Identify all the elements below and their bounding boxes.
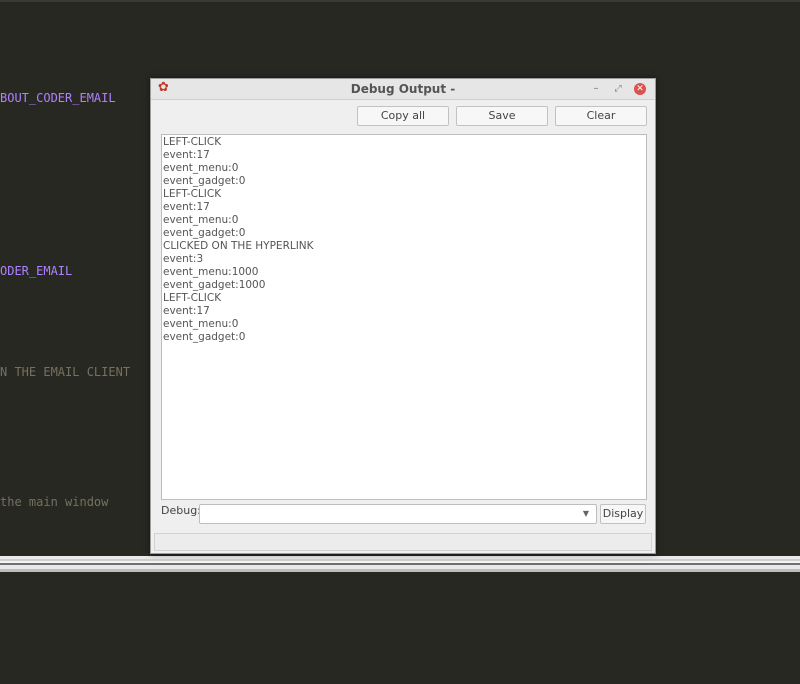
display-button[interactable]: Display <box>600 504 646 524</box>
code-line: ODER_EMAIL <box>0 264 73 278</box>
pane-splitter[interactable] <box>0 556 800 572</box>
close-icon[interactable]: ✕ <box>634 83 646 95</box>
lower-editor-pane <box>0 572 800 684</box>
code-line: N THE EMAIL CLIENT <box>0 365 131 379</box>
clear-button[interactable]: Clear <box>555 106 647 126</box>
output-line: event:3 <box>163 253 204 265</box>
output-line: LEFT-CLICK <box>163 292 222 304</box>
output-line: event:17 <box>163 149 210 161</box>
debug-output-text[interactable]: LEFT-CLICK event:17 event_menu:0 event_gadg… <box>161 134 647 500</box>
status-bar <box>154 533 652 551</box>
debug-expression-combo[interactable]: ▼ <box>199 504 597 524</box>
output-line: event:17 <box>163 305 210 317</box>
output-line: CLICKED ON THE HYPERLINK <box>163 240 314 252</box>
minimize-icon[interactable]: – <box>590 81 602 97</box>
output-line: LEFT-CLICK <box>163 188 222 200</box>
debug-label: Debug: <box>161 504 201 517</box>
chevron-down-icon[interactable]: ▼ <box>580 505 592 523</box>
output-line: event_menu:0 <box>163 318 239 330</box>
code-line: BOUT_CODER_EMAIL <box>0 91 116 105</box>
output-line: event_gadget:1000 <box>163 279 266 291</box>
output-line: event_menu:0 <box>163 162 239 174</box>
debug-output-window: ✿ Debug Output - – ⤢ ✕ Copy all Save Cle… <box>150 78 656 554</box>
output-line: event_gadget:0 <box>163 175 246 187</box>
output-line: event:17 <box>163 201 210 213</box>
code-line: the main window <box>0 495 109 509</box>
output-line: event_menu:1000 <box>163 266 259 278</box>
save-button[interactable]: Save <box>456 106 548 126</box>
copy-all-button[interactable]: Copy all <box>357 106 449 126</box>
output-line: event_menu:0 <box>163 214 239 226</box>
maximize-icon[interactable]: ⤢ <box>612 81 624 97</box>
output-line: event_gadget:0 <box>163 227 246 239</box>
title-bar[interactable]: ✿ Debug Output - – ⤢ ✕ <box>151 79 655 100</box>
output-line: event_gadget:0 <box>163 331 246 343</box>
output-line: LEFT-CLICK <box>163 136 222 148</box>
window-title: Debug Output - <box>350 82 456 96</box>
